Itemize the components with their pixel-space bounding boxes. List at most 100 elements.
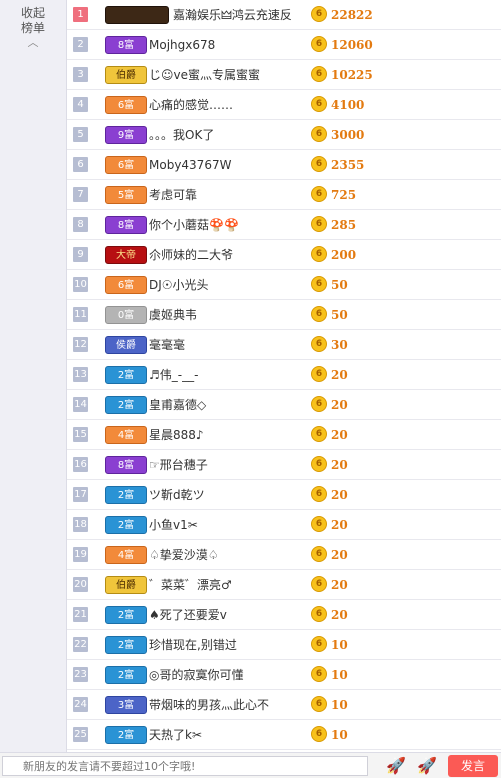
list-item[interactable]: 11 0富 虞姬典韦 6 50	[67, 300, 501, 330]
list-item[interactable]: 21 2富 ♠死了还要爱v 6 20	[67, 600, 501, 630]
list-item[interactable]: 17 2富 ツ靳d乾ツ 6 20	[67, 480, 501, 510]
rank-number: 3	[73, 67, 88, 82]
contribution-count: 10	[331, 668, 348, 682]
user-name[interactable]: 考虑可靠	[149, 187, 197, 203]
list-item[interactable]: 22 2富 珍惜现在,别错过 6 10	[67, 630, 501, 660]
rank-number: 24	[73, 697, 88, 712]
level-badge: 伯爵	[105, 66, 147, 84]
coin-icon: 6	[311, 186, 327, 202]
user-name[interactable]: Mojhgx678	[149, 37, 215, 53]
user-name[interactable]: ツ靳d乾ツ	[149, 487, 205, 503]
contribution-count: 20	[331, 518, 348, 532]
list-item[interactable]: 4 6富 心痛的感觉…… 6 4100	[67, 90, 501, 120]
level-badge: 4富	[105, 546, 147, 564]
contribution-count: 20	[331, 398, 348, 412]
user-name[interactable]: Moby43767W	[149, 157, 231, 173]
level-badge: 2富	[105, 636, 147, 654]
coin-icon: 6	[311, 426, 327, 442]
contribution-count: 20	[331, 548, 348, 562]
list-item[interactable]: 13 2富 ♬伟_-__- 6 20	[67, 360, 501, 390]
user-name[interactable]: 毫毫毫	[149, 337, 185, 353]
coin-icon: 6	[311, 396, 327, 412]
user-name[interactable]: 带烟味的男孩灬此心不	[149, 697, 269, 713]
rank-number: 21	[73, 607, 88, 622]
coin-icon: 6	[311, 36, 327, 52]
coin-icon: 6	[311, 456, 327, 472]
coin-icon: 6	[311, 66, 327, 82]
coin-icon: 6	[311, 576, 327, 592]
contribution-count: 20	[331, 578, 348, 592]
level-badge: 8富	[105, 36, 147, 54]
chat-input[interactable]	[2, 756, 368, 776]
list-item[interactable]: 9 大帝 尒师妹的二大爷 6 200	[67, 240, 501, 270]
level-badge: 2富	[105, 666, 147, 684]
sidebar: 收起榜单 ︿	[0, 0, 67, 752]
rank-number: 23	[73, 667, 88, 682]
rocket-icon[interactable]: 🚀	[383, 755, 409, 777]
coin-icon: 6	[311, 156, 327, 172]
list-item[interactable]: 15 4富 星晨888♪ 6 20	[67, 420, 501, 450]
list-item[interactable]: 3 伯爵 じ☺ve蜜灬专属蜜蜜 6 10225	[67, 60, 501, 90]
list-item[interactable]: 6 6富 Moby43767W 6 2355	[67, 150, 501, 180]
user-name[interactable]: 心痛的感觉……	[149, 97, 233, 113]
list-item[interactable]: 7 5富 考虑可靠 6 725	[67, 180, 501, 210]
contribution-count: 10	[331, 728, 348, 742]
level-badge: 5富	[105, 186, 147, 204]
contribution-count: 3000	[331, 128, 365, 142]
ranking-list: 1 嘉瀚娱乐🜲鸿云充速反 6 22822 2 8富 Mojhgx678 6 12060 3 伯爵 じ☺…	[67, 0, 501, 752]
collapse-ranking-label: 收起榜单	[20, 6, 45, 35]
list-item[interactable]: 25 2富 天热了k✂ 6 10	[67, 720, 501, 750]
list-item[interactable]: 19 4富 ♤挚爱沙漠♤ 6 20	[67, 540, 501, 570]
contribution-count: 2355	[331, 158, 365, 172]
rocket-icon[interactable]: 🚀	[414, 755, 440, 777]
user-name[interactable]: 珍惜现在,别错过	[149, 637, 237, 653]
list-item[interactable]: 1 嘉瀚娱乐🜲鸿云充速反 6 22822	[67, 0, 501, 30]
list-item[interactable]: 12 侯爵 毫毫毫 6 30	[67, 330, 501, 360]
user-name[interactable]: 皇甫嘉德◇	[149, 397, 206, 413]
collapse-ranking-button[interactable]: 收起榜单 ︿	[18, 6, 48, 48]
user-name[interactable]: ♬伟_-__-	[149, 367, 198, 383]
list-item[interactable]: 2 8富 Mojhgx678 6 12060	[67, 30, 501, 60]
user-name[interactable]: 尒师妹的二大爷	[149, 247, 233, 263]
user-name[interactable]: 你个小蘑菇🍄🍄	[149, 217, 239, 233]
user-name[interactable]: じ☺ve蜜灬专属蜜蜜	[149, 67, 260, 83]
list-item[interactable]: 8 8富 你个小蘑菇🍄🍄 6 285	[67, 210, 501, 240]
user-name[interactable]: 嘉瀚娱乐🜲鸿云充速反	[173, 7, 292, 23]
user-name[interactable]: 小鱼v1✂	[149, 517, 198, 533]
user-name[interactable]: 。。。我OK了	[149, 127, 214, 143]
list-item[interactable]: 18 2富 小鱼v1✂ 6 20	[67, 510, 501, 540]
level-badge: 2富	[105, 726, 147, 744]
list-item[interactable]: 23 2富 ◎哥的寂寞你可懂 6 10	[67, 660, 501, 690]
list-item[interactable]: 5 9富 。。。我OK了 6 3000	[67, 120, 501, 150]
level-badge: 6富	[105, 156, 147, 174]
list-item[interactable]: 14 2富 皇甫嘉德◇ 6 20	[67, 390, 501, 420]
list-item[interactable]: 20 伯爵 ゛菜菜゛漂亮♂ 6 20	[67, 570, 501, 600]
level-badge: 8富	[105, 456, 147, 474]
level-badge: 6富	[105, 276, 147, 294]
list-item[interactable]: 10 6富 DJ☉小光头 6 50	[67, 270, 501, 300]
user-name[interactable]: ☞邢台穗子	[149, 457, 208, 473]
rank-number: 7	[73, 187, 88, 202]
list-item[interactable]: 24 3富 带烟味的男孩灬此心不 6 10	[67, 690, 501, 720]
rank-number: 19	[73, 547, 88, 562]
chevron-up-icon: ︿	[27, 36, 39, 49]
user-name[interactable]: 天热了k✂	[149, 727, 202, 743]
list-item[interactable]: 16 8富 ☞邢台穗子 6 20	[67, 450, 501, 480]
user-name[interactable]: DJ☉小光头	[149, 277, 209, 293]
level-badge: 2富	[105, 486, 147, 504]
user-name[interactable]: ◎哥的寂寞你可懂	[149, 667, 243, 683]
contribution-count: 20	[331, 368, 348, 382]
coin-icon: 6	[311, 606, 327, 622]
rank-number: 22	[73, 637, 88, 652]
user-name[interactable]: ♠死了还要爱v	[149, 607, 227, 623]
level-badge: 2富	[105, 396, 147, 414]
user-name[interactable]: ♤挚爱沙漠♤	[149, 547, 219, 563]
level-badge: 4富	[105, 426, 147, 444]
user-name[interactable]: 虞姬典韦	[149, 307, 197, 323]
user-name[interactable]: 星晨888♪	[149, 427, 204, 443]
user-name[interactable]: ゛菜菜゛漂亮♂	[149, 577, 232, 593]
contribution-count: 200	[331, 248, 357, 262]
chat-input-bar: 🚀 🚀 发言	[0, 752, 501, 778]
send-button[interactable]: 发言	[448, 755, 498, 777]
coin-icon: 6	[311, 246, 327, 262]
